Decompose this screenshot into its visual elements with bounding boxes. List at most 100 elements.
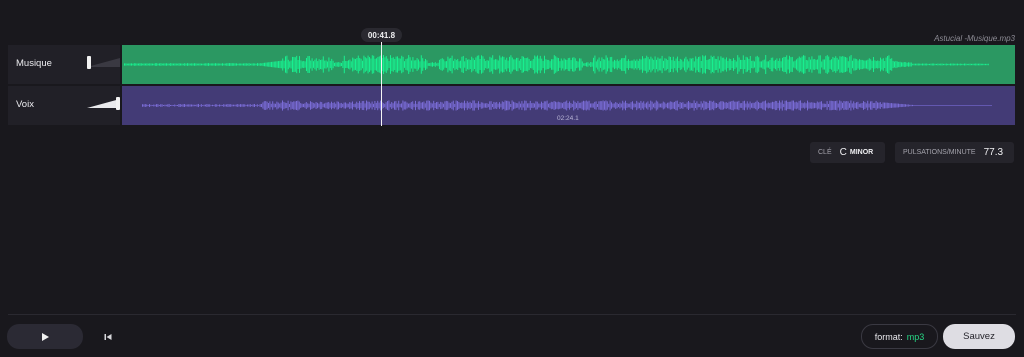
waveform-bar bbox=[374, 100, 376, 111]
waveform-bar bbox=[506, 57, 508, 72]
waveform-bar bbox=[791, 100, 793, 111]
waveform-bar bbox=[889, 58, 891, 71]
waveform-bar bbox=[958, 63, 960, 66]
waveform-bar bbox=[374, 58, 376, 71]
volume-thumb[interactable] bbox=[87, 56, 91, 69]
waveform-bar bbox=[420, 102, 422, 109]
waveform-bar bbox=[397, 56, 398, 73]
waveform-bar bbox=[486, 60, 488, 69]
waveform-bar bbox=[780, 61, 782, 68]
waveform-bar bbox=[765, 100, 766, 111]
waveform-bar bbox=[642, 56, 643, 73]
waveform-bar bbox=[243, 63, 244, 66]
skip-back-button[interactable] bbox=[102, 331, 114, 343]
waveform-bar bbox=[188, 63, 190, 66]
waveform-bar bbox=[650, 56, 652, 73]
waveform-bar bbox=[574, 101, 576, 110]
waveform-bar bbox=[787, 101, 789, 110]
waveform-bar bbox=[468, 102, 470, 109]
waveform-bar bbox=[454, 103, 456, 108]
waveform-music[interactable] bbox=[122, 45, 1015, 84]
waveform-bar bbox=[545, 101, 547, 110]
waveform-bar bbox=[870, 101, 871, 110]
waveform-bar bbox=[769, 103, 771, 108]
waveform-bar bbox=[818, 102, 820, 109]
waveform-bar bbox=[202, 63, 204, 66]
waveform-bar bbox=[238, 63, 240, 66]
waveform-bar bbox=[275, 103, 276, 108]
waveform-bar bbox=[819, 55, 821, 74]
waveform-bar bbox=[445, 100, 447, 111]
waveform-bar bbox=[634, 103, 636, 108]
waveform-bar bbox=[317, 61, 319, 68]
volume-thumb[interactable] bbox=[116, 97, 120, 110]
waveform-bar bbox=[485, 103, 486, 108]
waveform-bar bbox=[581, 61, 583, 68]
waveform-bar bbox=[297, 60, 299, 69]
waveform-bar bbox=[726, 57, 727, 72]
waveform-bar bbox=[366, 100, 367, 111]
waveform-bar bbox=[528, 59, 530, 70]
waveform-bar bbox=[546, 100, 548, 111]
waveform-bar bbox=[542, 60, 544, 69]
waveform-bar bbox=[660, 103, 661, 108]
waveform-bar bbox=[608, 103, 610, 108]
waveform-bar bbox=[597, 59, 599, 70]
waveform-bar bbox=[807, 100, 808, 111]
waveform-bar bbox=[142, 63, 144, 66]
play-button[interactable] bbox=[7, 324, 83, 349]
waveform-bar bbox=[863, 101, 864, 110]
waveform-bar bbox=[255, 104, 257, 107]
waveform-bar bbox=[280, 60, 282, 69]
waveform-bar bbox=[440, 58, 442, 71]
waveform-bar bbox=[801, 56, 803, 73]
waveform-bar bbox=[212, 104, 213, 107]
waveform-bar bbox=[903, 62, 905, 67]
waveform-bar bbox=[908, 62, 909, 67]
waveform-bar bbox=[756, 100, 758, 111]
waveform-bar bbox=[765, 55, 767, 74]
waveform-bar bbox=[889, 103, 891, 108]
waveform-bar bbox=[828, 103, 829, 108]
waveform-bar bbox=[668, 56, 670, 73]
waveform-bar bbox=[198, 63, 200, 66]
waveform-bar bbox=[406, 102, 408, 109]
waveform-bar bbox=[409, 57, 411, 72]
waveform-bar bbox=[259, 63, 261, 66]
waveform-bar bbox=[791, 56, 793, 73]
waveform-bar bbox=[753, 102, 755, 109]
save-button[interactable]: Sauvez bbox=[943, 324, 1015, 349]
playhead-line[interactable] bbox=[381, 42, 382, 126]
waveform-bar bbox=[838, 59, 839, 70]
waveform-bar bbox=[257, 63, 258, 66]
waveform-bar bbox=[713, 100, 715, 111]
waveform-bar bbox=[338, 101, 339, 110]
waveform-bar bbox=[402, 100, 404, 111]
waveform-bar bbox=[601, 101, 603, 110]
waveform-bar bbox=[746, 101, 748, 110]
waveform-bar bbox=[186, 104, 188, 107]
waveform-bar bbox=[205, 63, 207, 66]
waveform-tail bbox=[912, 105, 992, 106]
waveform-bar bbox=[160, 104, 162, 107]
waveform-bar bbox=[657, 57, 659, 72]
waveform-bar bbox=[583, 63, 585, 66]
format-selector[interactable]: format: mp3 bbox=[861, 324, 938, 349]
waveform-bar bbox=[749, 101, 751, 110]
waveform-bar bbox=[907, 104, 909, 107]
waveform-bar bbox=[433, 62, 435, 67]
waveform-bar bbox=[782, 57, 783, 72]
volume-slider-music[interactable] bbox=[83, 55, 122, 70]
waveform-bar bbox=[576, 60, 578, 69]
waveform-bar bbox=[457, 58, 459, 71]
waveform-bar bbox=[476, 103, 478, 108]
waveform-bar bbox=[703, 56, 705, 73]
waveform-bar bbox=[401, 55, 403, 74]
volume-slider-voice[interactable] bbox=[83, 96, 122, 111]
waveform-bar bbox=[360, 102, 362, 109]
waveform-bar bbox=[514, 102, 516, 109]
waveform-bar bbox=[443, 59, 445, 70]
waveform-bar bbox=[896, 61, 898, 68]
waveform-bar bbox=[579, 58, 580, 71]
waveform-bar bbox=[649, 59, 650, 70]
